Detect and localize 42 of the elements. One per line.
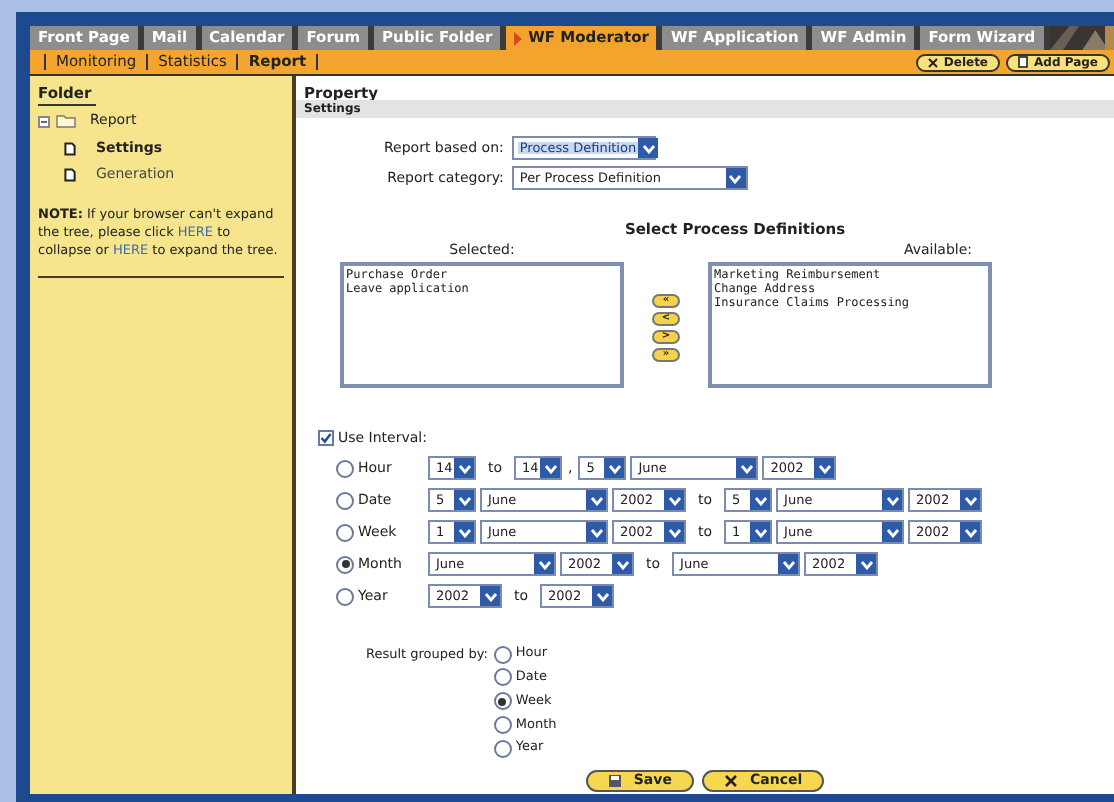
dropdown-arrow-icon: [664, 522, 684, 543]
radio-button[interactable]: [493, 645, 512, 664]
dropdown-arrow-icon: [604, 458, 625, 479]
dropdown-arrow-icon: [454, 458, 475, 479]
expand-toggle[interactable]: [38, 115, 50, 127]
dropdown-arrow-icon: [664, 490, 684, 511]
dropdown-arrow-icon: [882, 522, 903, 543]
radio-button[interactable]: [336, 555, 354, 574]
dropdown-arrow-icon: [454, 522, 474, 543]
radio-button[interactable]: [493, 739, 512, 758]
radio-button[interactable]: [336, 491, 354, 510]
dropdown-arrow-icon: [750, 522, 771, 543]
dropdown-arrow-icon: [534, 554, 554, 575]
page-icon: [1018, 56, 1029, 68]
dropdown-arrow-icon: [856, 554, 877, 575]
dropdown-arrow-icon: [586, 490, 606, 511]
dropdown-arrow-icon: [454, 490, 474, 511]
close-icon: [723, 774, 738, 788]
folder-icon: [56, 114, 76, 128]
radio-button[interactable]: [493, 668, 512, 687]
radio-button[interactable]: [336, 459, 354, 478]
dropdown-arrow-icon: [960, 522, 981, 543]
dropdown-arrow-icon: [736, 458, 757, 479]
dropdown-arrow-icon: [592, 586, 613, 607]
dropdown-arrow-icon: [638, 138, 659, 158]
triangle-icon: [514, 31, 523, 45]
dropdown-arrow-icon: [814, 458, 835, 479]
dropdown-arrow-icon: [750, 490, 771, 511]
close-icon: [927, 57, 938, 67]
radio-button[interactable]: [493, 715, 512, 734]
dropdown-arrow-icon: [960, 490, 981, 511]
dropdown-arrow-icon: [778, 554, 799, 575]
dropdown-arrow-icon: [882, 490, 903, 511]
checkbox[interactable]: [318, 430, 334, 446]
dropdown-arrow-icon: [540, 458, 561, 479]
dropdown-arrow-icon: [725, 168, 746, 188]
dropdown-arrow-icon: [612, 554, 632, 575]
dropdown-arrow-icon: [480, 586, 500, 607]
radio-button[interactable]: [336, 523, 354, 542]
radio-button[interactable]: [493, 692, 512, 711]
radio-button[interactable]: [336, 587, 354, 606]
dropdown-arrow-icon: [586, 522, 606, 543]
